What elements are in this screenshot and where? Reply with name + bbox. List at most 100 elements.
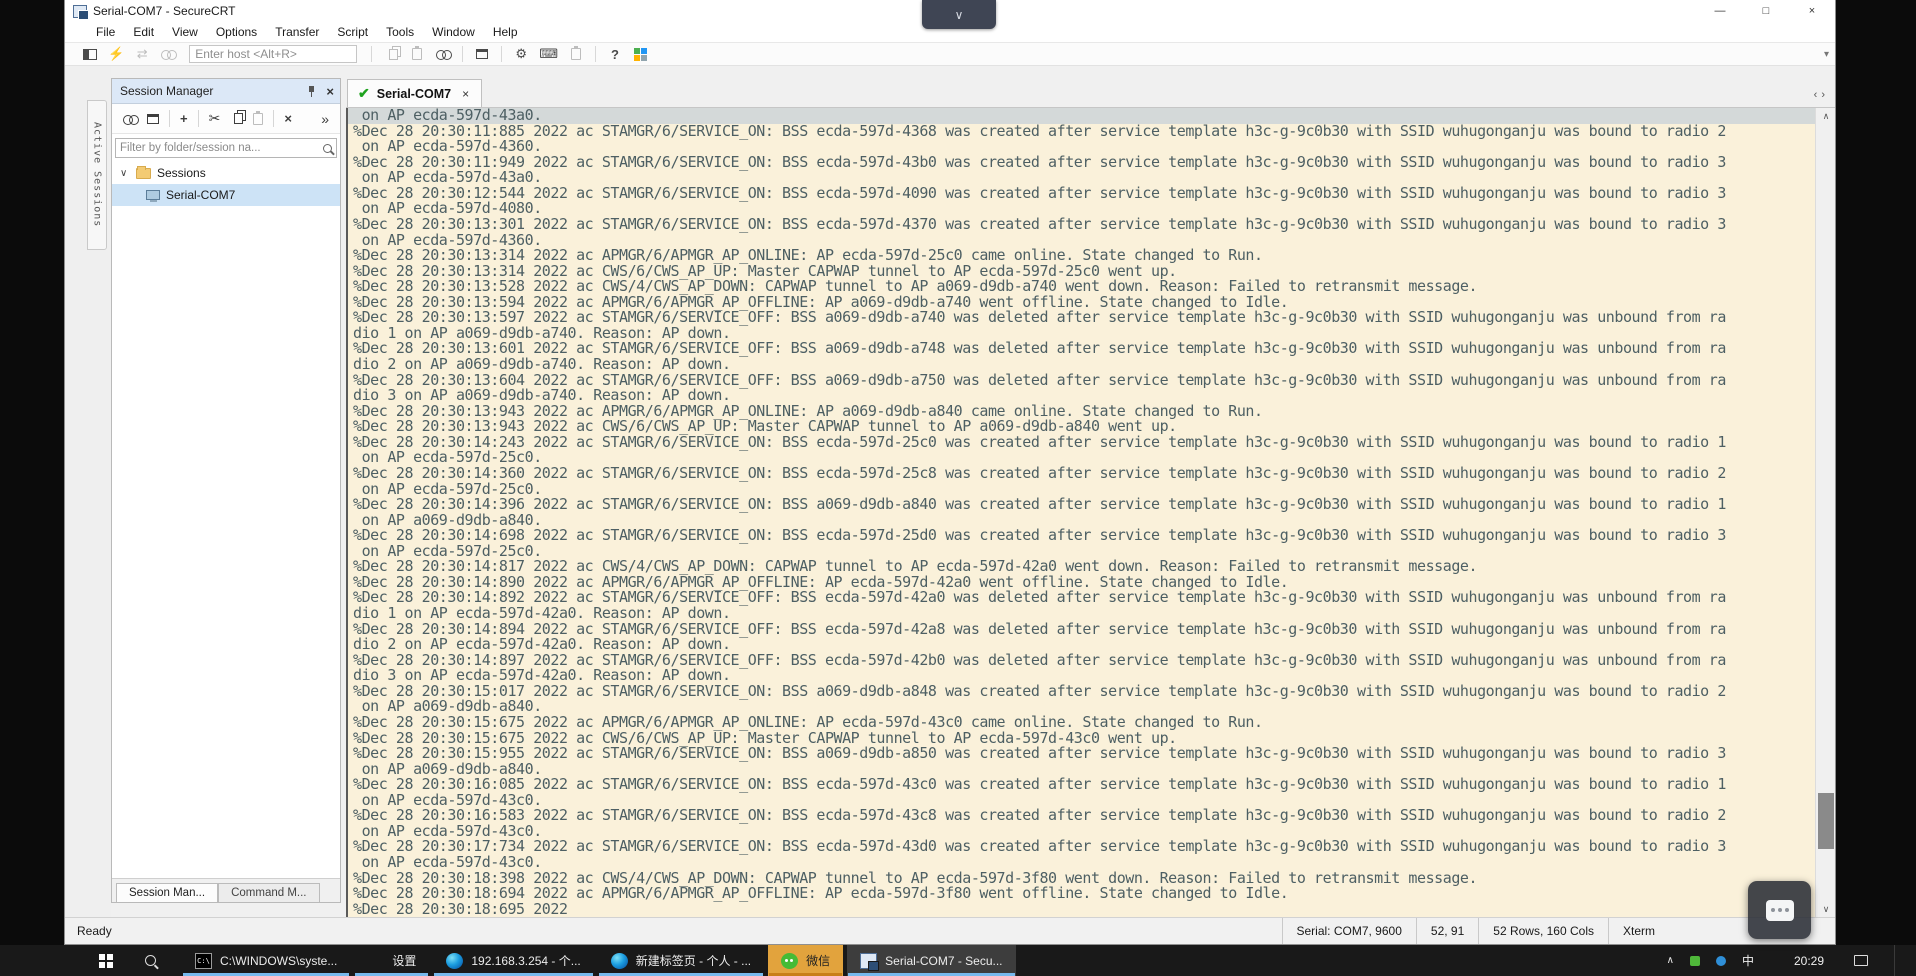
terminal-line: %Dec 28 20:30:16:085 2022 ac STAMGR/6/SE… [353,775,1726,794]
quick-connect-icon[interactable]: ⚡ [108,46,124,62]
terminal-line: %Dec 28 20:30:14:243 2022 ac STAMGR/6/SE… [353,432,1726,451]
active-sessions-side-tab[interactable]: Active Sessions [87,100,107,250]
copy-icon[interactable] [383,48,399,60]
keymap-icon[interactable]: ⌨ [539,46,558,62]
menu-help[interactable]: Help [484,23,527,41]
session-manager-panel: Session Manager × + ✂ × » Filter by fold… [111,78,341,903]
menu-window[interactable]: Window [423,23,484,41]
tab-close-icon[interactable]: × [462,87,469,101]
menu-file[interactable]: File [87,23,124,41]
edge-icon [610,952,628,969]
taskbar-button-wechat[interactable]: 微信 [768,945,844,976]
terminal-output[interactable]: on AP ecda-597d-43a0. %Dec 28 20:30:11:88… [346,108,1815,918]
reconnect-icon[interactable]: ⇄ [134,46,150,62]
session-filter-input[interactable] [120,142,323,154]
taskbar-button-label: C:\WINDOWS\syste... [220,953,338,968]
tab-scroll-right-icon[interactable]: › [1821,89,1825,101]
find-icon[interactable] [435,49,453,60]
tree-item-serial-com7[interactable]: Serial-COM7 [112,184,340,206]
print-icon[interactable] [474,49,490,59]
clock[interactable]: 20:29 [1794,954,1824,968]
paste-session-icon[interactable] [253,110,264,125]
tray-wechat-icon[interactable] [1689,955,1700,966]
tab-command-manager[interactable]: Command M... [218,883,320,902]
securecrt-window: Serial-COM7 - SecureCRT — □ × File Edit Vi… [64,0,1836,945]
options-gear-icon[interactable]: ⚙ [513,46,529,62]
panel-close-icon[interactable]: × [326,84,334,99]
menu-tools[interactable]: Tools [377,23,423,41]
taskbar-button-edge[interactable]: 192.168.3.254 - 个... [433,945,594,976]
menu-transfer[interactable]: Transfer [266,23,328,41]
tab-session-manager[interactable]: Session Man... [116,883,219,902]
menu-edit[interactable]: Edit [124,23,163,41]
chevron-down-icon: ∨ [954,7,964,22]
tray-chevron-up-icon[interactable]: ∧ [1667,955,1674,966]
tab-label: Serial-COM7 [376,86,452,101]
taskbar-button-edge[interactable]: 新建标签页 - 个人 - ... [598,945,764,976]
notification-center-icon[interactable] [1854,955,1868,966]
session-options-icon[interactable] [568,46,584,60]
menu-script[interactable]: Script [328,23,377,41]
help-icon[interactable]: ? [607,47,623,62]
tray-network-icon[interactable] [1715,955,1726,966]
disconnect-icon[interactable] [160,49,178,60]
toolbar-overflow-chevron-icon[interactable]: » [321,111,329,127]
taskbar-search-button[interactable] [128,945,172,976]
host-input[interactable] [189,45,358,63]
connect-in-tab-icon[interactable] [147,113,159,124]
web-tiles-icon[interactable] [633,47,649,61]
copy-session-icon[interactable] [230,113,244,124]
terminal-line: %Dec 28 20:30:14:698 2022 ac STAMGR/6/SE… [353,526,1726,545]
ime-indicator[interactable]: 中 [1742,952,1754,969]
tree-item-sessions-folder[interactable]: ∨ Sessions [112,162,340,184]
minimize-button[interactable]: — [1697,0,1743,22]
screen-overlay-collapse-pill[interactable]: ∨ [922,0,996,29]
delete-session-icon[interactable]: × [284,111,292,126]
paste-icon[interactable] [409,46,425,60]
toolbar-overflow-icon[interactable]: ▾ [1824,49,1829,60]
menu-view[interactable]: View [163,23,207,41]
wechat-floating-overlay[interactable] [1748,881,1811,939]
desktop: Serial-COM7 - SecureCRT — □ × File Edit Vi… [0,0,1916,976]
scrollbar-thumb[interactable] [1818,793,1834,849]
session-manager-title: Session Manager [120,84,214,98]
scroll-up-icon[interactable]: ∧ [1816,108,1836,125]
status-emulation: Xterm [1607,918,1669,944]
tab-serial-com7[interactable]: ✔ Serial-COM7 × [347,79,483,107]
panel-bottom-tabs: Session Man... Command M... [112,878,340,902]
session-manager-toggle-icon[interactable] [82,48,98,60]
wechat-icon [781,952,799,969]
taskbar-button-label: 新建标签页 - 个人 - ... [635,954,752,968]
close-button[interactable]: × [1789,0,1835,22]
maximize-button[interactable]: □ [1743,0,1789,22]
taskbar-button-cmd[interactable]: C:\ C:\WINDOWS\syste... [182,945,350,976]
terminal-scrollbar[interactable]: ∧ ∨ [1815,108,1835,918]
pin-icon[interactable] [307,85,316,98]
terminal-line: %Dec 28 20:30:11:885 2022 ac STAMGR/6/SE… [353,121,1726,140]
status-cursor-position: 52, 91 [1415,918,1478,944]
scroll-down-icon[interactable]: ∨ [1816,901,1836,918]
statusbar: Ready Serial: COM7, 9600 52, 91 52 Rows, 1… [65,917,1835,944]
chat-bubble-icon [1765,899,1794,921]
session-manager-header: Session Manager × [112,79,340,104]
taskbar-button-securecrt[interactable]: Serial-COM7 - Secu... [847,945,1016,976]
start-button[interactable] [84,945,128,976]
chevron-down-icon[interactable]: ∨ [120,168,130,179]
session-tree: ∨ Sessions Serial-COM7 [112,162,340,206]
show-desktop-button[interactable] [1894,945,1898,976]
tab-scroll-left-icon[interactable]: ‹ [1814,89,1818,101]
taskbar-button-gear[interactable]: 设置 [354,945,429,976]
terminal-tabbar: ✔ Serial-COM7 × ‹ › [346,78,1835,108]
toolbar-separator [594,46,596,62]
search-icon [144,955,156,966]
terminal-line: %Dec 28 20:30:18:695 2022 [353,899,568,918]
menu-options[interactable]: Options [207,23,266,41]
cut-icon[interactable]: ✂ [209,110,221,127]
status-serial: Serial: COM7, 9600 [1281,918,1416,944]
toolbar-separator [462,46,464,62]
taskbar-button-label: 微信 [806,954,831,968]
connect-icon[interactable] [123,114,139,125]
terminal-line: %Dec 28 20:30:18:694 2022 ac APMGR/6/APM… [353,884,1289,903]
new-session-icon[interactable]: + [180,111,188,126]
folder-icon [136,165,151,179]
